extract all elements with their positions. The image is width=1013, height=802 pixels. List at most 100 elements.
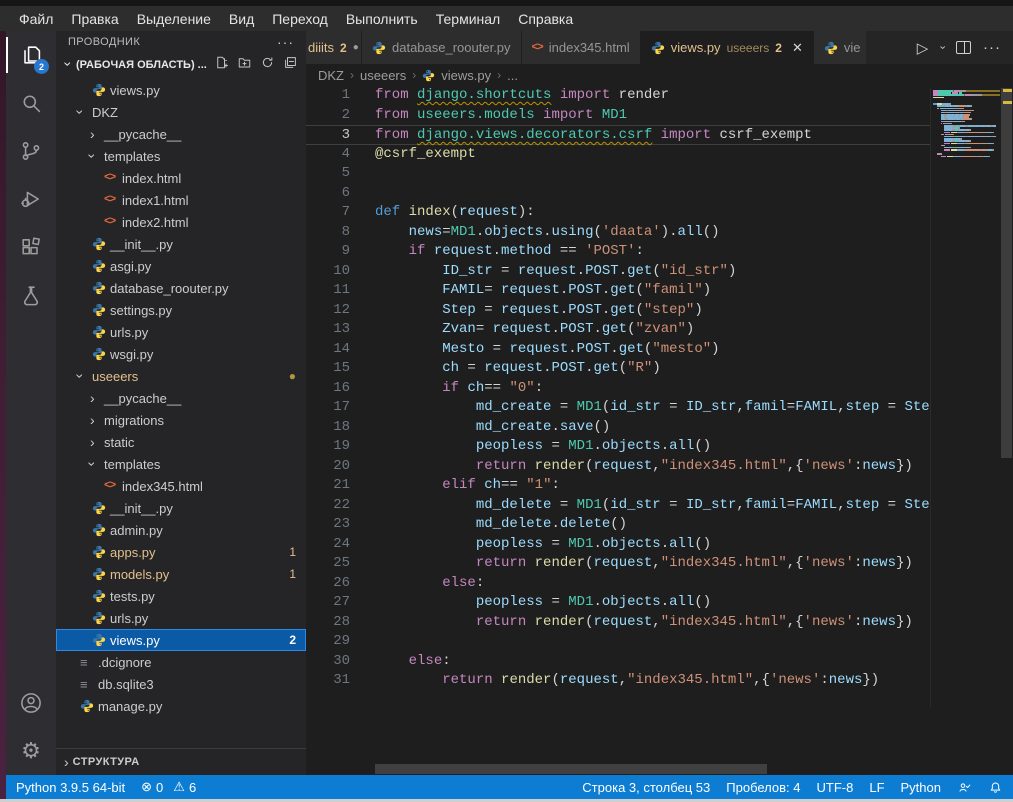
tab-index345.html[interactable]: <>index345.html: [522, 31, 641, 64]
outline-section-header[interactable]: › СТРУКТУРА: [56, 748, 306, 775]
activity-extensions[interactable]: [6, 223, 56, 271]
tree-item-database_roouter.py[interactable]: database_roouter.py: [56, 277, 306, 299]
sidebar-more-actions-icon[interactable]: ···: [277, 34, 294, 50]
run-button[interactable]: ▷: [917, 39, 929, 57]
menu-item-Справка[interactable]: Справка: [509, 11, 582, 27]
code-line-9[interactable]: 9 if request.method == 'POST':: [306, 242, 930, 262]
code-line-4[interactable]: 4@csrf_exempt: [306, 145, 930, 165]
new-file-icon[interactable]: [214, 55, 229, 75]
tree-item-apps.py[interactable]: apps.py1: [56, 541, 306, 563]
horizontal-scrollbar[interactable]: [306, 763, 930, 775]
menu-item-Правка[interactable]: Правка: [62, 11, 127, 27]
code-line-20[interactable]: 20 return render(request,"index345.html"…: [306, 457, 930, 477]
tree-item-useeers[interactable]: ›useeers●: [56, 365, 306, 387]
tree-item-static[interactable]: ›static: [56, 431, 306, 453]
status-eol[interactable]: LF: [869, 780, 884, 795]
tab-diiits[interactable]: diiits2●: [306, 31, 362, 64]
tree-item-__pycache__[interactable]: ›__pycache__: [56, 387, 306, 409]
code-line-29[interactable]: 29: [306, 632, 930, 652]
more-actions-icon[interactable]: ···: [983, 39, 1001, 56]
tree-item-admin.py[interactable]: admin.py: [56, 519, 306, 541]
tree-item-manage.py[interactable]: manage.py: [56, 695, 306, 717]
tree-item-tests.py[interactable]: tests.py: [56, 585, 306, 607]
tree-item-views.py[interactable]: views.py: [56, 79, 306, 101]
code-line-1[interactable]: 1from django.shortcuts import render: [306, 86, 930, 106]
code-line-7[interactable]: 7def index(request):: [306, 203, 930, 223]
minimap[interactable]: [930, 88, 1000, 708]
close-icon[interactable]: ✕: [792, 40, 803, 56]
code-line-16[interactable]: 16 if ch== "0":: [306, 379, 930, 399]
breadcrumb-item-...[interactable]: ...: [507, 68, 518, 83]
activity-settings[interactable]: ⚙: [6, 727, 56, 775]
vertical-scrollbar[interactable]: [1000, 86, 1013, 775]
menu-item-Файл[interactable]: Файл: [10, 11, 62, 27]
code-line-21[interactable]: 21 elif ch== "1":: [306, 476, 930, 496]
tree-item-index345.html[interactable]: <>index345.html: [56, 475, 306, 497]
code-line-25[interactable]: 25 return render(request,"index345.html"…: [306, 554, 930, 574]
tree-item-DKZ[interactable]: ›DKZ: [56, 101, 306, 123]
breadcrumb[interactable]: DKZ›useeers›views.py›...: [306, 64, 1013, 86]
activity-search[interactable]: [6, 79, 56, 127]
split-editor-icon[interactable]: [956, 41, 971, 54]
tree-item-asgi.py[interactable]: asgi.py: [56, 255, 306, 277]
breadcrumb-item-DKZ[interactable]: DKZ: [318, 68, 344, 83]
code-line-13[interactable]: 13 Zvan= request.POST.get("zvan"): [306, 320, 930, 340]
menu-item-Выделение[interactable]: Выделение: [128, 11, 220, 27]
code-line-5[interactable]: 5: [306, 164, 930, 184]
status-problems[interactable]: ⊗0⚠6: [141, 779, 196, 795]
code-line-10[interactable]: 10 ID_str = request.POST.get("id_str"): [306, 262, 930, 282]
tree-item-index1.html[interactable]: <>index1.html: [56, 189, 306, 211]
code-editor[interactable]: 1from django.shortcuts import render2fro…: [306, 86, 930, 763]
tree-item-db.sqlite3[interactable]: ≡db.sqlite3: [56, 673, 306, 695]
status-language-mode[interactable]: Python: [901, 780, 941, 795]
status-python-version[interactable]: Python 3.9.5 64-bit: [16, 780, 125, 795]
breadcrumb-item-useeers[interactable]: useeers: [360, 68, 406, 83]
refresh-icon[interactable]: [260, 55, 275, 75]
menu-item-Вид[interactable]: Вид: [220, 11, 263, 27]
tree-item-__pycache__[interactable]: ›__pycache__: [56, 123, 306, 145]
activity-explorer[interactable]: 2: [6, 31, 56, 79]
code-line-26[interactable]: 26 else:: [306, 574, 930, 594]
code-line-3[interactable]: 3from django.views.decorators.csrf impor…: [306, 125, 930, 145]
code-line-11[interactable]: 11 FAMIL= request.POST.get("famil"): [306, 281, 930, 301]
run-dropdown-icon[interactable]: ›: [937, 46, 948, 50]
tree-item-views.py[interactable]: views.py2: [56, 629, 306, 651]
tree-item-index.html[interactable]: <>index.html: [56, 167, 306, 189]
code-line-22[interactable]: 22 md_delete = MD1(id_str = ID_str,famil…: [306, 496, 930, 516]
code-line-23[interactable]: 23 md_delete.delete(): [306, 515, 930, 535]
code-line-30[interactable]: 30 else:: [306, 652, 930, 672]
tree-item-settings.py[interactable]: settings.py: [56, 299, 306, 321]
status-encoding[interactable]: UTF-8: [817, 780, 854, 795]
code-line-27[interactable]: 27 peopless = MD1.objects.all(): [306, 593, 930, 613]
vertical-scrollbar-thumb[interactable]: [1001, 88, 1012, 458]
activity-account[interactable]: [6, 679, 56, 727]
code-line-31[interactable]: 31 return render(request,"index345.html"…: [306, 671, 930, 691]
code-line-19[interactable]: 19 peopless = MD1.objects.all(): [306, 437, 930, 457]
code-line-6[interactable]: 6: [306, 184, 930, 204]
workspace-section-header[interactable]: › (РАБОЧАЯ ОБЛАСТЬ) ...: [56, 53, 306, 77]
horizontal-scrollbar-thumb[interactable]: [375, 764, 767, 774]
tree-item-templates[interactable]: ›templates: [56, 145, 306, 167]
tab-database_roouter.py[interactable]: database_roouter.py: [362, 31, 522, 64]
new-folder-icon[interactable]: [237, 55, 252, 75]
tree-item-urls.py[interactable]: urls.py: [56, 321, 306, 343]
tree-item-models.py[interactable]: models.py1: [56, 563, 306, 585]
code-line-2[interactable]: 2from useeers.models import MD1: [306, 106, 930, 126]
activity-run-debug[interactable]: [6, 175, 56, 223]
tree-item-__init__.py[interactable]: __init__.py: [56, 233, 306, 255]
status-cursor-position[interactable]: Строка 3, столбец 53: [582, 780, 710, 795]
activity-testing[interactable]: [6, 271, 56, 319]
code-line-17[interactable]: 17 md_create = MD1(id_str = ID_str,famil…: [306, 398, 930, 418]
activity-source-control[interactable]: [6, 127, 56, 175]
code-line-8[interactable]: 8 news=MD1.objects.using('daata').all(): [306, 223, 930, 243]
tree-item-migrations[interactable]: ›migrations: [56, 409, 306, 431]
bell-icon[interactable]: [988, 780, 1003, 795]
tree-item-urls.py[interactable]: urls.py: [56, 607, 306, 629]
status-indentation[interactable]: Пробелов: 4: [726, 780, 800, 795]
menu-item-Терминал[interactable]: Терминал: [427, 11, 509, 27]
feedback-icon[interactable]: [957, 780, 972, 795]
code-line-24[interactable]: 24 peopless = MD1.objects.all(): [306, 535, 930, 555]
collapse-all-icon[interactable]: [283, 55, 298, 75]
menu-item-Переход[interactable]: Переход: [263, 11, 337, 27]
code-line-12[interactable]: 12 Step = request.POST.get("step"): [306, 301, 930, 321]
